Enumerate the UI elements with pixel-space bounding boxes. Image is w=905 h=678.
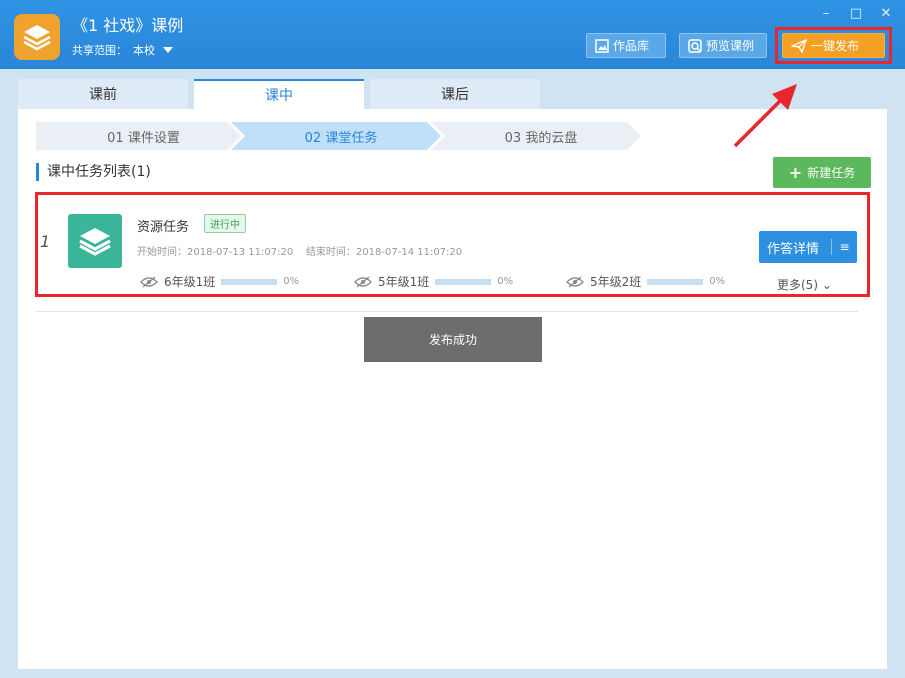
title-bar: 《1 社戏》课例 共享范围： 本校 – □ ✕ 作品库 预览课例 一键发布 <box>0 0 905 69</box>
window-controls: – □ ✕ <box>819 6 893 21</box>
share-scope-value[interactable]: 本校 <box>133 42 155 58</box>
plus-icon: + <box>788 163 803 182</box>
tab-in-class[interactable]: 课中 <box>194 79 364 109</box>
new-task-button[interactable]: + 新建任务 <box>773 157 871 188</box>
divider <box>36 311 858 312</box>
publish-success-toast: 发布成功 <box>364 317 542 362</box>
works-library-label: 作品库 <box>613 39 650 53</box>
minimize-button[interactable]: – <box>819 6 833 21</box>
preview-lesson-button[interactable]: 预览课例 <box>679 33 767 58</box>
image-icon <box>595 38 609 53</box>
step-breadcrumb: 01 课件设置 02 课堂任务 03 我的云盘 <box>36 122 641 150</box>
step-class-tasks[interactable]: 02 课堂任务 <box>231 122 441 150</box>
publish-highlight-box <box>775 27 892 64</box>
new-task-label: 新建任务 <box>807 166 856 180</box>
tab-after-class[interactable]: 课后 <box>370 79 540 109</box>
task-list-title: 课中任务列表(1) <box>36 163 151 181</box>
tab-before-class[interactable]: 课前 <box>18 79 188 109</box>
lesson-phase-tabs: 课前 课中 课后 <box>18 79 546 109</box>
preview-lesson-label: 预览课例 <box>706 39 755 53</box>
step-my-cloud-disk[interactable]: 03 我的云盘 <box>431 122 641 150</box>
window-title: 《1 社戏》课例 <box>72 16 184 35</box>
share-scope-label: 共享范围： <box>72 44 127 57</box>
chevron-down-icon[interactable] <box>163 47 173 53</box>
close-button[interactable]: ✕ <box>879 6 893 21</box>
preview-icon <box>688 38 702 53</box>
task-highlight-box <box>35 192 870 297</box>
works-library-button[interactable]: 作品库 <box>586 33 666 58</box>
share-scope-selector[interactable]: 共享范围： 本校 <box>72 42 173 58</box>
app-logo-icon <box>14 14 60 60</box>
maximize-button[interactable]: □ <box>849 6 863 21</box>
step-courseware-settings[interactable]: 01 课件设置 <box>36 122 241 150</box>
